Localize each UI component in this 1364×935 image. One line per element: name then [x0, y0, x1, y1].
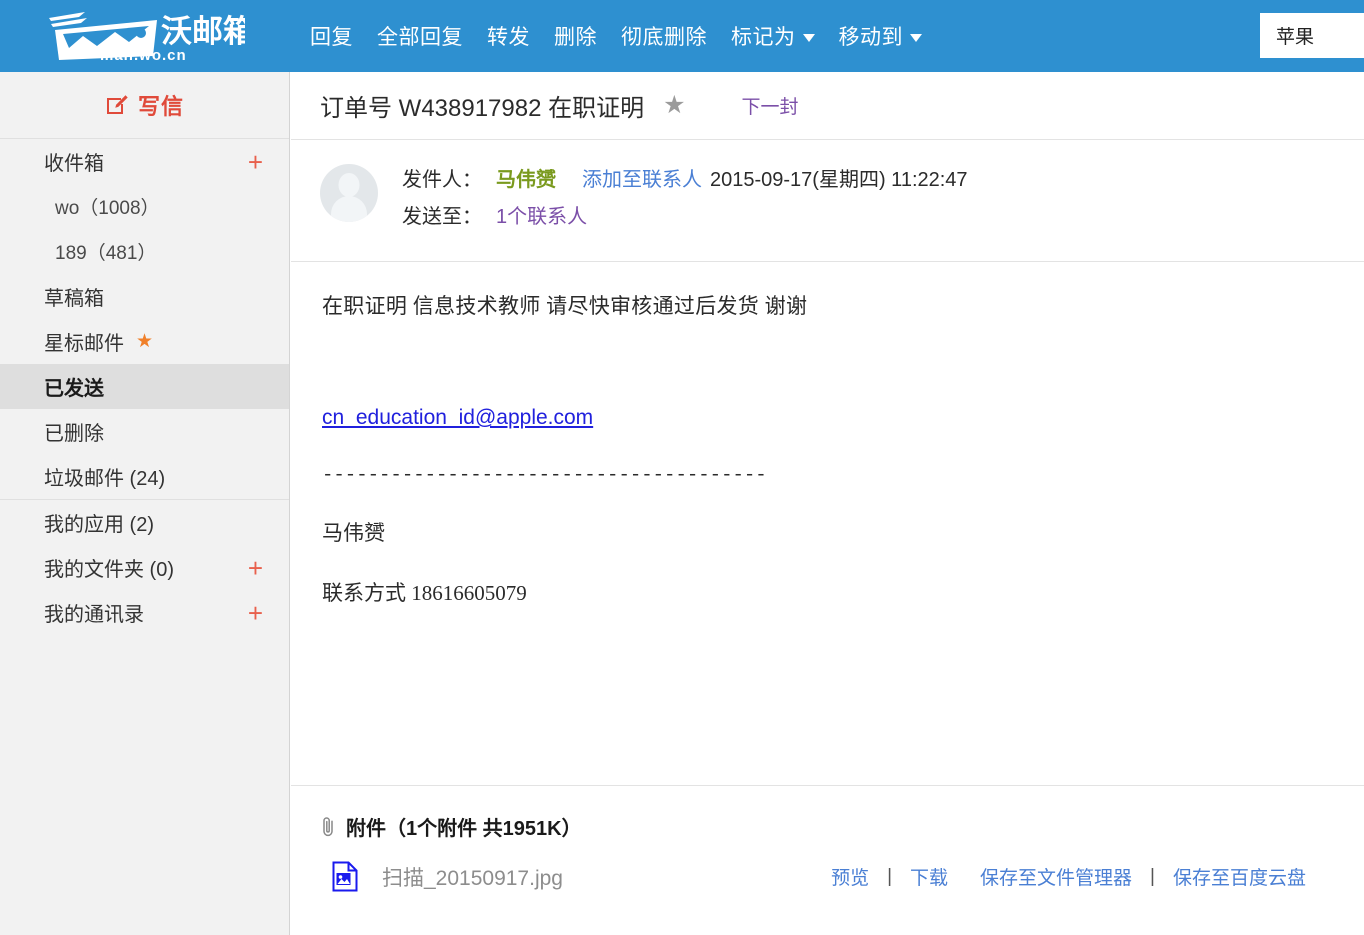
- toolbar-reply-label: 回复: [310, 26, 353, 49]
- compose-label: 写信: [137, 94, 184, 119]
- toolbar-reply-all-label: 全部回复: [377, 26, 463, 49]
- sidebar-item-label: 已删除: [44, 423, 104, 445]
- body-divider-text: ---------------------------------------: [322, 464, 767, 486]
- sidebar-item-label: 垃圾邮件 (24): [44, 468, 166, 490]
- sidebar-item-label: 已发送: [44, 378, 104, 400]
- attachment-header-label: 附件（1个附件 共1951K）: [346, 818, 582, 840]
- sidebar-item-drafts[interactable]: 草稿箱: [0, 274, 289, 319]
- chevron-down-icon: [802, 34, 815, 42]
- body-email-link[interactable]: cn_education_id@apple.com: [322, 406, 593, 430]
- attachment-header: 附件（1个附件 共1951K）: [320, 812, 1364, 841]
- mail-reading-pane: 订单号 W438917982 在职证明 ★ 下一封 发件人： 马伟赟 添加至联系…: [291, 72, 1364, 935]
- toolbar-delete-permanently-label: 彻底删除: [621, 26, 707, 49]
- brand-logo[interactable]: 沃邮箱 mail.wo.cn: [0, 0, 290, 72]
- to-label: 发送至：: [402, 206, 482, 228]
- chevron-down-icon: [910, 34, 922, 42]
- add-folder-icon[interactable]: +: [248, 149, 263, 175]
- sidebar-item-deleted[interactable]: 已删除: [0, 409, 289, 454]
- toolbar-forward-label: 转发: [487, 26, 530, 49]
- sidebar-item-label: 我的应用 (2): [44, 514, 154, 536]
- toolbar-reply-all[interactable]: 全部回复: [365, 15, 475, 57]
- account-menu[interactable]: 苹果: [1260, 13, 1364, 58]
- svg-text:mail.wo.cn: mail.wo.cn: [100, 47, 187, 64]
- attachment-section: 附件（1个附件 共1951K） 扫描_20150917.jpg 预览 | 下载 …: [291, 785, 1364, 892]
- sidebar-item-spam[interactable]: 垃圾邮件 (24): [0, 454, 289, 499]
- attachment-item: 扫描_20150917.jpg 预览 | 下载 保存至文件管理器 | 保存至百度…: [320, 861, 1364, 892]
- toolbar-delete[interactable]: 删除: [542, 15, 609, 57]
- attachment-download-link[interactable]: 下载: [910, 863, 948, 890]
- toolbar-mark-as[interactable]: 标记为: [719, 15, 827, 57]
- sidebar-item-starred[interactable]: 星标邮件 ★: [0, 319, 289, 364]
- attachment-file-name: 扫描_20150917.jpg: [382, 866, 563, 890]
- sender-from-line: 发件人： 马伟赟 添加至联系人 2015-09-17(星期四) 11:22:47: [402, 163, 968, 192]
- sidebar-item-sent[interactable]: 已发送: [0, 364, 289, 409]
- add-to-contacts-link[interactable]: 添加至联系人: [582, 163, 702, 192]
- sidebar-item-contacts[interactable]: 我的通讯录 +: [0, 590, 289, 635]
- attachment-save-to-file-manager-link[interactable]: 保存至文件管理器: [980, 863, 1132, 890]
- avatar-head: [338, 173, 360, 197]
- sidebar-item-label: 我的文件夹 (0): [44, 559, 174, 581]
- sidebar-item-label: 星标邮件: [44, 333, 124, 355]
- recipient-link[interactable]: 1个联系人: [496, 200, 587, 229]
- sidebar-item-label: 草稿箱: [44, 288, 104, 310]
- sidebar-item-label: 189（481）: [55, 243, 157, 264]
- toolbar-forward[interactable]: 转发: [475, 15, 542, 57]
- attachment-save-to-baidu-link[interactable]: 保存至百度云盘: [1173, 863, 1306, 890]
- signature-contact: 联系方式 18616605079: [322, 581, 527, 605]
- next-mail-link[interactable]: 下一封: [742, 92, 799, 119]
- mail-datetime: 2015-09-17(星期四) 11:22:47: [710, 169, 968, 191]
- sidebar-item-my-folders[interactable]: 我的文件夹 (0) +: [0, 545, 289, 590]
- sidebar-group-personal: 我的应用 (2) 我的文件夹 (0) + 我的通讯录 +: [0, 499, 289, 635]
- mail-body: 在职证明 信息技术教师 请尽快审核通过后发货 谢谢 cn_education_i…: [291, 262, 1364, 785]
- sender-to-line: 发送至： 1个联系人: [402, 200, 968, 229]
- sidebar-item-my-apps[interactable]: 我的应用 (2): [0, 500, 289, 545]
- mail-subject-row: 订单号 W438917982 在职证明 ★ 下一封: [291, 72, 1364, 140]
- wo-mail-logo-icon: 沃邮箱 mail.wo.cn: [49, 12, 245, 64]
- star-icon[interactable]: ★: [663, 93, 685, 118]
- toolbar-reply[interactable]: 回复: [298, 15, 365, 57]
- mail-subject: 订单号 W438917982 在职证明: [320, 95, 645, 122]
- sidebar-item-189[interactable]: 189（481）: [0, 229, 289, 274]
- add-folder-icon[interactable]: +: [248, 555, 263, 581]
- svg-text:沃邮箱: 沃邮箱: [161, 14, 245, 49]
- toolbar-delete-label: 删除: [554, 26, 597, 49]
- paperclip-icon: [323, 816, 333, 836]
- signature-name: 马伟赟: [322, 521, 385, 545]
- avatar: [320, 164, 378, 222]
- mail-sender-block: 发件人： 马伟赟 添加至联系人 2015-09-17(星期四) 11:22:47…: [291, 140, 1364, 262]
- top-toolbar: 沃邮箱 mail.wo.cn 回复 全部回复 转发 删除 彻底删除 标记为 移动…: [0, 0, 1364, 72]
- attachment-actions: 预览 | 下载 保存至文件管理器 | 保存至百度云盘: [831, 863, 1306, 890]
- sidebar: 写信 收件箱 + wo（1008） 189（481） 草稿箱 星标邮件 ★ 已发…: [0, 72, 290, 935]
- sender-details: 发件人： 马伟赟 添加至联系人 2015-09-17(星期四) 11:22:47…: [402, 162, 968, 237]
- compose-pencil-icon: [106, 95, 128, 114]
- sidebar-item-label: 我的通讯录: [44, 604, 144, 626]
- add-contact-icon[interactable]: +: [248, 600, 263, 626]
- separator: |: [887, 865, 893, 887]
- sidebar-item-label: 收件箱: [44, 153, 104, 175]
- sidebar-group-mailboxes: 收件箱 + wo（1008） 189（481） 草稿箱 星标邮件 ★ 已发送 已…: [0, 139, 289, 499]
- image-file-icon: [332, 861, 358, 892]
- sidebar-item-inbox[interactable]: 收件箱 +: [0, 139, 289, 184]
- account-label: 苹果: [1276, 27, 1315, 48]
- sidebar-item-label: wo（1008）: [55, 198, 160, 219]
- separator: |: [1150, 865, 1155, 887]
- compose-button[interactable]: 写信: [0, 72, 289, 139]
- star-icon: ★: [136, 331, 154, 352]
- avatar-body: [331, 196, 367, 222]
- attachment-preview-link[interactable]: 预览: [831, 863, 869, 890]
- toolbar-move-to[interactable]: 移动到: [827, 15, 935, 57]
- sender-name: 马伟赟: [496, 169, 556, 191]
- body-paragraph: 在职证明 信息技术教师 请尽快审核通过后发货 谢谢: [322, 294, 808, 318]
- toolbar-mark-as-label: 标记为: [731, 26, 796, 49]
- toolbar-actions: 回复 全部回复 转发 删除 彻底删除 标记为 移动到: [298, 0, 1364, 72]
- toolbar-move-to-label: 移动到: [838, 26, 903, 49]
- sidebar-item-wo[interactable]: wo（1008）: [0, 184, 289, 229]
- from-label: 发件人：: [402, 169, 482, 191]
- toolbar-delete-permanently[interactable]: 彻底删除: [609, 15, 719, 57]
